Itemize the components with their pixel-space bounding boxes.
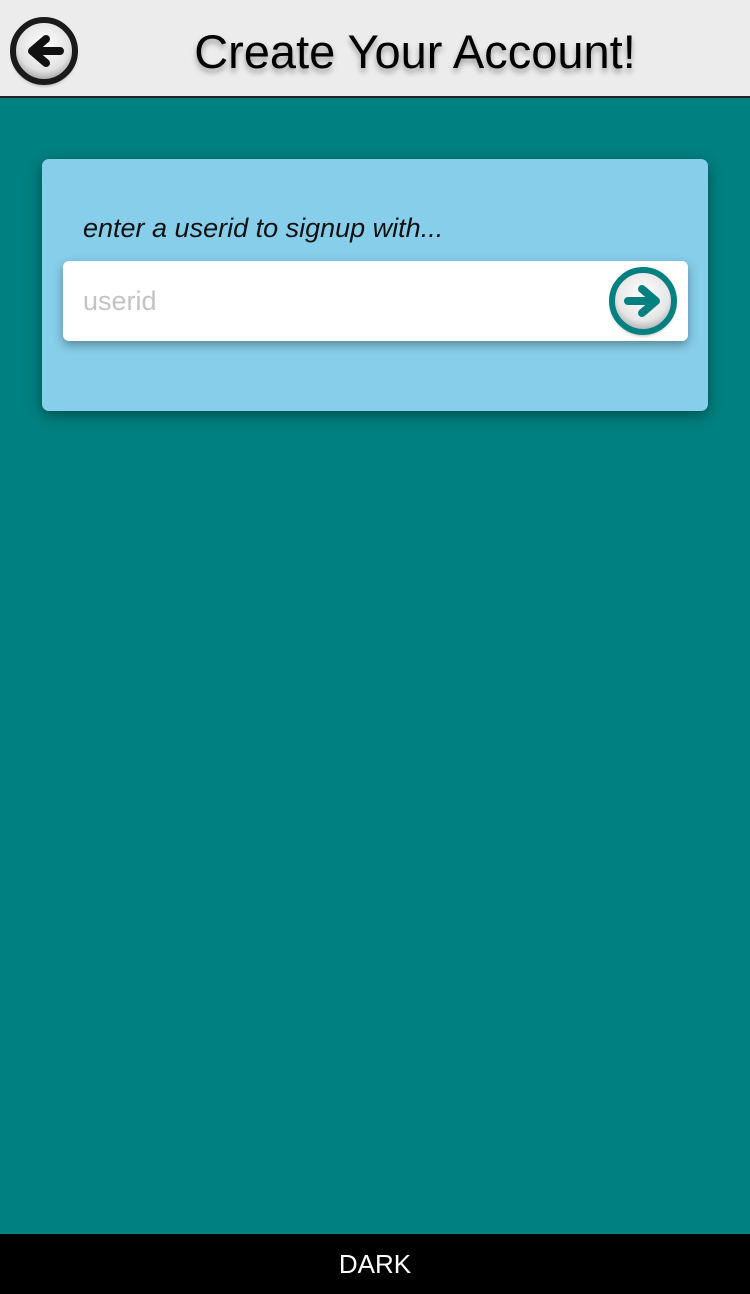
userid-input-row	[63, 261, 688, 341]
submit-button[interactable]	[606, 264, 680, 338]
back-arrow-circle-icon	[10, 17, 78, 85]
userid-input[interactable]	[63, 261, 593, 341]
signup-prompt: enter a userid to signup with...	[83, 213, 444, 243]
main-content: enter a userid to signup with...	[0, 98, 750, 1234]
page-title: Create Your Account!	[194, 25, 636, 78]
theme-toggle-button[interactable]: DARK	[0, 1234, 750, 1294]
signup-card: enter a userid to signup with...	[42, 159, 708, 411]
header-bar: Create Your Account!	[0, 0, 750, 98]
back-button[interactable]	[10, 14, 80, 88]
forward-arrow-circle-icon	[609, 267, 677, 335]
